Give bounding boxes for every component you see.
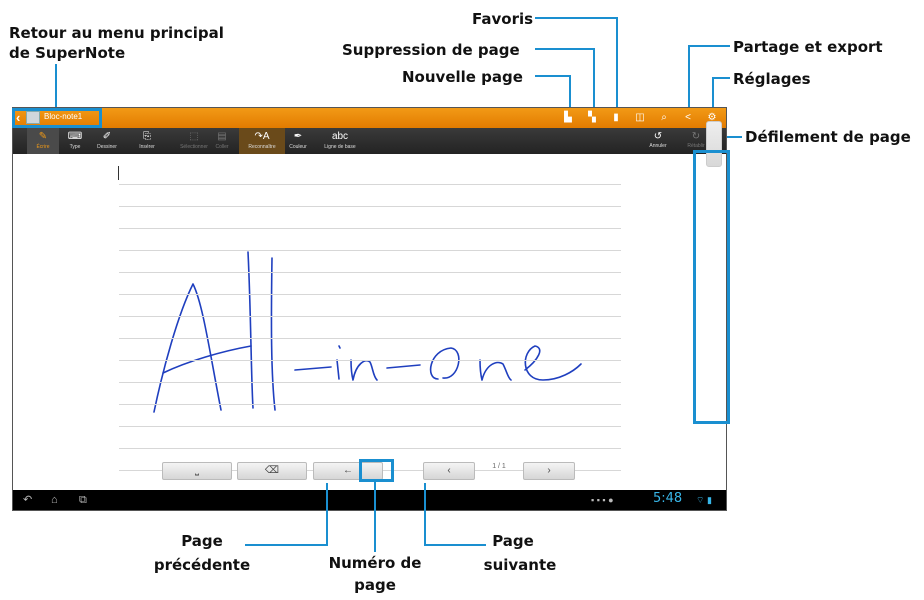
undo-label: Annuler	[649, 143, 667, 149]
callout-prev-page-line1: Page	[181, 532, 223, 550]
redo-label: Rétablir	[687, 143, 705, 149]
color-icon: ✒	[293, 131, 303, 142]
clock: 5:48	[653, 491, 683, 506]
tool-insert[interactable]: ⎘ Insérer	[131, 128, 163, 154]
space-key[interactable]: ⎵	[162, 462, 232, 480]
supernote-screen: ‹ Bloc-note1 ▙ ▚ ▮ ◫ ⌕ < ⚙ ✎ Écrire ⌨ Type ✐…	[12, 107, 727, 511]
callout-new-page-leader-h	[535, 75, 571, 77]
callout-back-leader	[55, 64, 57, 110]
home-icon[interactable]: ⌂	[51, 493, 58, 507]
ruled-line	[119, 426, 621, 427]
tool-label: Insérer	[139, 144, 155, 150]
undo-icon: ↺	[653, 131, 663, 142]
callout-new-page-leader-v	[569, 75, 571, 109]
insert-icon: ⎘	[143, 131, 151, 142]
ruled-line	[119, 206, 621, 207]
tool-label: Reconnaître	[248, 144, 276, 150]
back-icon[interactable]: ↶	[23, 493, 32, 507]
callout-next-page-line1: Page	[492, 532, 534, 550]
ruled-line	[119, 294, 621, 295]
callout-share-leader-h	[688, 45, 730, 47]
tool-label: Dessiner	[97, 144, 117, 150]
callout-page-number-line2: page	[354, 576, 396, 594]
ruled-line	[119, 316, 621, 317]
callout-settings-leader-h	[712, 77, 730, 79]
ruled-line	[119, 184, 621, 185]
callout-share-export: Partage et export	[733, 38, 883, 56]
ruled-line	[119, 382, 621, 383]
ruled-line	[119, 360, 621, 361]
callout-prev-page-line2: précédente	[153, 556, 251, 574]
callout-prev-leader-v	[326, 483, 328, 546]
callout-favorites-leader-v	[616, 17, 618, 109]
share-icon[interactable]: <	[682, 112, 694, 124]
callout-page-scroll: Défilement de page	[745, 128, 911, 146]
callout-next-leader-h	[424, 544, 486, 546]
callout-delete-page: Suppression de page	[342, 41, 520, 59]
recognize-icon: ↷A	[254, 131, 270, 142]
callout-page-number-line1: Numéro de	[328, 554, 422, 572]
callout-number-leader	[374, 482, 376, 552]
tool-bar: ✎ Écrire ⌨ Type ✐ Dessiner ⎘ Insérer ⬚ Sélectionn…	[13, 128, 726, 154]
highlight-page-number	[359, 459, 394, 482]
callout-share-leader-v	[688, 45, 690, 109]
callout-delete-leader-h	[535, 48, 595, 50]
callout-delete-leader-v	[593, 48, 595, 109]
callout-next-page-line2: suivante	[483, 556, 557, 574]
callout-back-line1: Retour au menu principal	[9, 24, 224, 42]
highlight-back-menu	[12, 108, 102, 128]
callout-new-page: Nouvelle page	[402, 68, 523, 86]
tool-label: Écrire	[36, 144, 50, 150]
callout-prev-leader-h	[245, 544, 328, 546]
tool-label: Type	[69, 144, 81, 150]
callout-next-leader-v	[424, 483, 426, 546]
search-icon[interactable]: ⌕	[658, 112, 670, 124]
ruled-line	[119, 404, 621, 405]
previous-page-button[interactable]: ‹	[423, 462, 475, 480]
wifi-battery-icon: ⌔ ▮	[696, 495, 712, 505]
ruled-line	[119, 228, 621, 229]
ruled-line	[119, 338, 621, 339]
baseline-icon: abc	[331, 131, 349, 142]
bookmark-icon[interactable]: ▮	[610, 112, 622, 124]
callout-settings: Réglages	[733, 70, 811, 88]
tool-label: Coller	[215, 144, 229, 150]
ruled-line	[119, 250, 621, 251]
delete-page-icon[interactable]: ▚	[586, 112, 598, 124]
pen-icon: ✎	[38, 131, 48, 142]
backspace-key[interactable]: ⌫	[237, 462, 307, 480]
undo-button[interactable]: ↺ Annuler	[638, 131, 678, 150]
handwriting-ink	[153, 251, 582, 413]
callout-settings-leader-v	[712, 77, 714, 109]
callout-favorites: Favoris	[472, 10, 534, 28]
paste-icon: ▤	[217, 131, 227, 142]
callout-back-line2: de SuperNote	[9, 44, 126, 62]
page-indicator: 1 / 1	[492, 463, 506, 470]
tool-brush[interactable]: ✐ Dessiner	[91, 128, 123, 154]
tool-keyboard[interactable]: ⌨ Type	[59, 128, 91, 154]
new-page-icon[interactable]: ▙	[562, 112, 574, 124]
highlight-page-scroll	[693, 150, 730, 424]
tool-paste[interactable]: ▤ Coller	[206, 128, 238, 154]
ruled-line	[119, 272, 621, 273]
tool-baseline[interactable]: abc Ligne de base	[317, 128, 363, 154]
keyboard-icon: ⌨	[67, 131, 83, 142]
redo-icon: ↻	[691, 131, 701, 142]
title-bar: ‹ Bloc-note1 ▙ ▚ ▮ ◫ ⌕ < ⚙	[13, 108, 726, 128]
notification-icons: ▪ ▪ ▪ ●	[591, 495, 614, 505]
tool-pen[interactable]: ✎ Écrire	[27, 128, 59, 154]
tool-color[interactable]: ✒ Couleur	[282, 128, 314, 154]
tool-label: Ligne de base	[324, 144, 356, 150]
tool-recognize[interactable]: ↷A Reconnaître	[239, 128, 285, 154]
tool-label: Couleur	[289, 144, 307, 150]
recent-apps-icon[interactable]: ⧉	[79, 493, 87, 507]
ruled-line	[119, 448, 621, 449]
brush-icon: ✐	[102, 131, 112, 142]
redo-button[interactable]: ↻ Rétablir	[676, 131, 716, 150]
book-view-icon[interactable]: ◫	[634, 112, 646, 124]
writing-area[interactable]	[13, 154, 726, 472]
next-page-button[interactable]: ›	[523, 462, 575, 480]
callout-favorites-leader-h	[535, 17, 618, 19]
system-nav-bar: ↶ ⌂ ⧉ ▪ ▪ ▪ ● 5:48 ⌔ ▮	[13, 490, 726, 510]
